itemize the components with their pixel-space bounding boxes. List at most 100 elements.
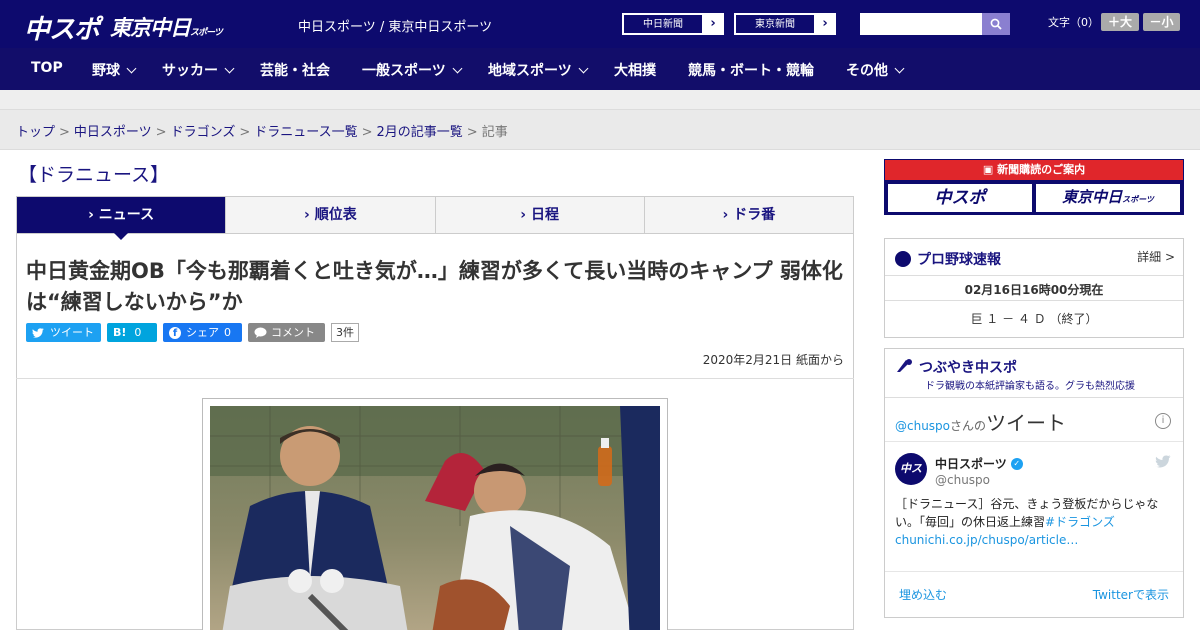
subscribe-banner[interactable]: ▣ 新聞購読のご案内 中スポ 東京中日スポーツ [884, 159, 1184, 215]
nav-item-general-sports[interactable]: 一般スポーツ [362, 60, 463, 80]
nav-label: 競馬・ボート・競輪 [688, 63, 814, 79]
twitter-bird-icon [32, 327, 44, 338]
baseball-score[interactable]: 巨 １ － ４ Ｄ （終了） [885, 310, 1183, 327]
chunichi-shimbun-button[interactable]: 中日新聞 › [622, 13, 724, 35]
tsubu-title: つぶやき中スポ [919, 360, 1017, 376]
baseball-card-header: プロ野球速報 [895, 249, 1001, 269]
nav-item-other[interactable]: その他 [846, 60, 905, 80]
subscribe-tokyo-text: 東京中日 [1062, 189, 1123, 206]
breadcrumb-sep: > [361, 125, 373, 140]
article-date: 2020年2月21日 紙面から [702, 353, 844, 367]
chevron-right-icon: › [710, 16, 716, 31]
subscribe-title: ▣ 新聞購読のご案内 [885, 160, 1183, 180]
tweets-word: ツイート [986, 411, 1067, 435]
tweet-text: ［ドラニュース］谷元、きょう登板だからじゃない。「毎回」の休日返上練習#ドラゴン… [895, 495, 1175, 549]
nav-label: 芸能・社会 [260, 63, 330, 79]
font-smaller-button[interactable]: －小 [1143, 13, 1180, 31]
search-icon [990, 18, 1002, 30]
nav-item-entertainment[interactable]: 芸能・社会 [260, 60, 330, 80]
nav-label: 地域スポーツ [488, 63, 572, 79]
tokyo-shimbun-label: 東京新聞 [735, 14, 815, 34]
breadcrumb-dragons[interactable]: ドラゴンズ [171, 125, 236, 140]
twitter-widget: つぶやき中スポ ドラ観戦の本紙評論家も語る。グラも熱烈応援 @chuspoさんの… [884, 348, 1184, 618]
avatar[interactable]: 中スポ [895, 453, 927, 507]
chevron-right-icon: › [722, 207, 734, 223]
tweet-hashtag[interactable]: #ドラゴンズ [1045, 515, 1115, 529]
breadcrumb-top[interactable]: トップ [16, 125, 55, 140]
tweets-heading: @chuspoさんのツイート [895, 407, 1066, 436]
tab-standings[interactable]: › 順位表 [226, 197, 436, 233]
embed-link[interactable]: 埋め込む [899, 586, 947, 603]
chunichi-shimbun-label: 中日新聞 [623, 14, 703, 34]
tab-label: ニュース [98, 207, 155, 223]
divider [885, 300, 1183, 301]
font-size-label: 文字（0） [1048, 16, 1099, 29]
search-button[interactable] [982, 13, 1010, 35]
nav-item-regional-sports[interactable]: 地域スポーツ [488, 60, 589, 80]
tab-news[interactable]: › ニュース [17, 197, 227, 240]
breadcrumb-february-list[interactable]: 2月の記事一覧 [377, 125, 463, 140]
breadcrumb-chunichi-sports[interactable]: 中日スポーツ [74, 125, 152, 140]
tokyo-shimbun-button[interactable]: 東京新聞 › [734, 13, 836, 35]
breadcrumb-sep: > [239, 125, 251, 140]
tweet-author[interactable]: 中日スポーツ ✓ [935, 455, 1023, 472]
nav-item-racing[interactable]: 競馬・ボート・競輪 [688, 60, 814, 80]
info-icon[interactable]: i [1155, 413, 1171, 429]
hatena-count: 0 [134, 326, 142, 339]
chevron-right-icon: › [88, 207, 99, 223]
breadcrumb-dra-news-list[interactable]: ドラニュース一覧 [254, 125, 357, 140]
subscribe-tokyo-small: スポーツ [1122, 195, 1154, 204]
chuspo-logo[interactable]: 中スポ [24, 9, 100, 46]
tsubu-subtitle: ドラ観戦の本紙評論家も語る。グラも熱烈応援 [925, 381, 1135, 392]
tab-label: 日程 [530, 207, 559, 223]
main-nav: TOP 野球 サッカー 芸能・社会 一般スポーツ 地域スポーツ 大相撲 競馬・ボ… [0, 48, 1200, 90]
view-on-twitter-link[interactable]: Twitterで表示 [1093, 586, 1169, 603]
baseball-detail-link[interactable]: 詳細 > [1137, 248, 1175, 265]
font-larger-button[interactable]: ＋大 [1101, 13, 1139, 31]
twitter-bird-icon[interactable] [1155, 455, 1171, 468]
subscribe-tokyo-button[interactable]: 東京中日スポーツ [1036, 184, 1180, 212]
chevron-down-icon [894, 63, 905, 73]
tokyo-chunichi-logo[interactable]: 東京中日スポーツ [110, 12, 223, 42]
hatena-icon: B! [113, 326, 127, 339]
hatena-bookmark-button[interactable]: B! 0 [107, 323, 157, 342]
baseball-card-title: プロ野球速報 [917, 252, 1001, 268]
comment-count[interactable]: 3件 [331, 323, 359, 342]
facebook-icon: f [169, 326, 181, 339]
nav-label: サッカー [162, 63, 218, 79]
verified-icon: ✓ [1010, 457, 1023, 470]
nav-item-sumo[interactable]: 大相撲 [614, 60, 656, 80]
tab-dora-ban[interactable]: › ドラ番 [645, 197, 853, 233]
baseball-practice-photo [210, 406, 660, 630]
article-photo[interactable] [210, 406, 660, 630]
nav-item-top[interactable]: TOP [31, 60, 63, 76]
nav-item-soccer[interactable]: サッカー [162, 60, 235, 80]
nav-label: 野球 [92, 63, 120, 79]
tweet-body: ［ドラニュース］谷元、きょう登板だからじゃない。「毎回」の休日返上練習 [895, 497, 1159, 529]
section-title: 【ドラニュース】 [18, 164, 170, 186]
tab-schedule[interactable]: › 日程 [436, 197, 645, 233]
newspaper-icon: ▣ [982, 163, 998, 176]
tweet-link[interactable]: chunichi.co.jp/chuspo/article… [895, 533, 1078, 547]
chevron-down-icon [126, 63, 137, 73]
site-names: 中日スポーツ / 東京中日スポーツ [298, 20, 493, 35]
breadcrumb-current: 記事 [481, 125, 508, 140]
tweet-author-handle[interactable]: @chuspo [935, 473, 990, 487]
baseball-icon [895, 251, 911, 267]
tweet-button[interactable]: ツイート [26, 323, 101, 342]
breadcrumb-sep: > [59, 125, 70, 140]
subscribe-chuspo-button[interactable]: 中スポ [888, 184, 1032, 212]
facebook-share-button[interactable]: f シェア 0 [163, 323, 242, 342]
tweet-label: ツイート [50, 326, 94, 339]
chevron-down-icon [452, 63, 463, 73]
ad-band [0, 90, 1200, 110]
tweets-handle[interactable]: @chuspo [895, 419, 950, 433]
comment-button[interactable]: コメント [248, 323, 325, 342]
speech-bubble-icon [254, 327, 267, 338]
nav-item-baseball[interactable]: 野球 [92, 60, 137, 80]
search-input[interactable] [860, 13, 982, 35]
top-header: 中スポ 東京中日スポーツ 中日スポーツ / 東京中日スポーツ 中日新聞 › 東京… [0, 0, 1200, 48]
divider [885, 397, 1183, 398]
baseball-timestamp: 02月16日16時00分現在 [964, 283, 1104, 297]
facebook-count: 0 [224, 326, 231, 339]
